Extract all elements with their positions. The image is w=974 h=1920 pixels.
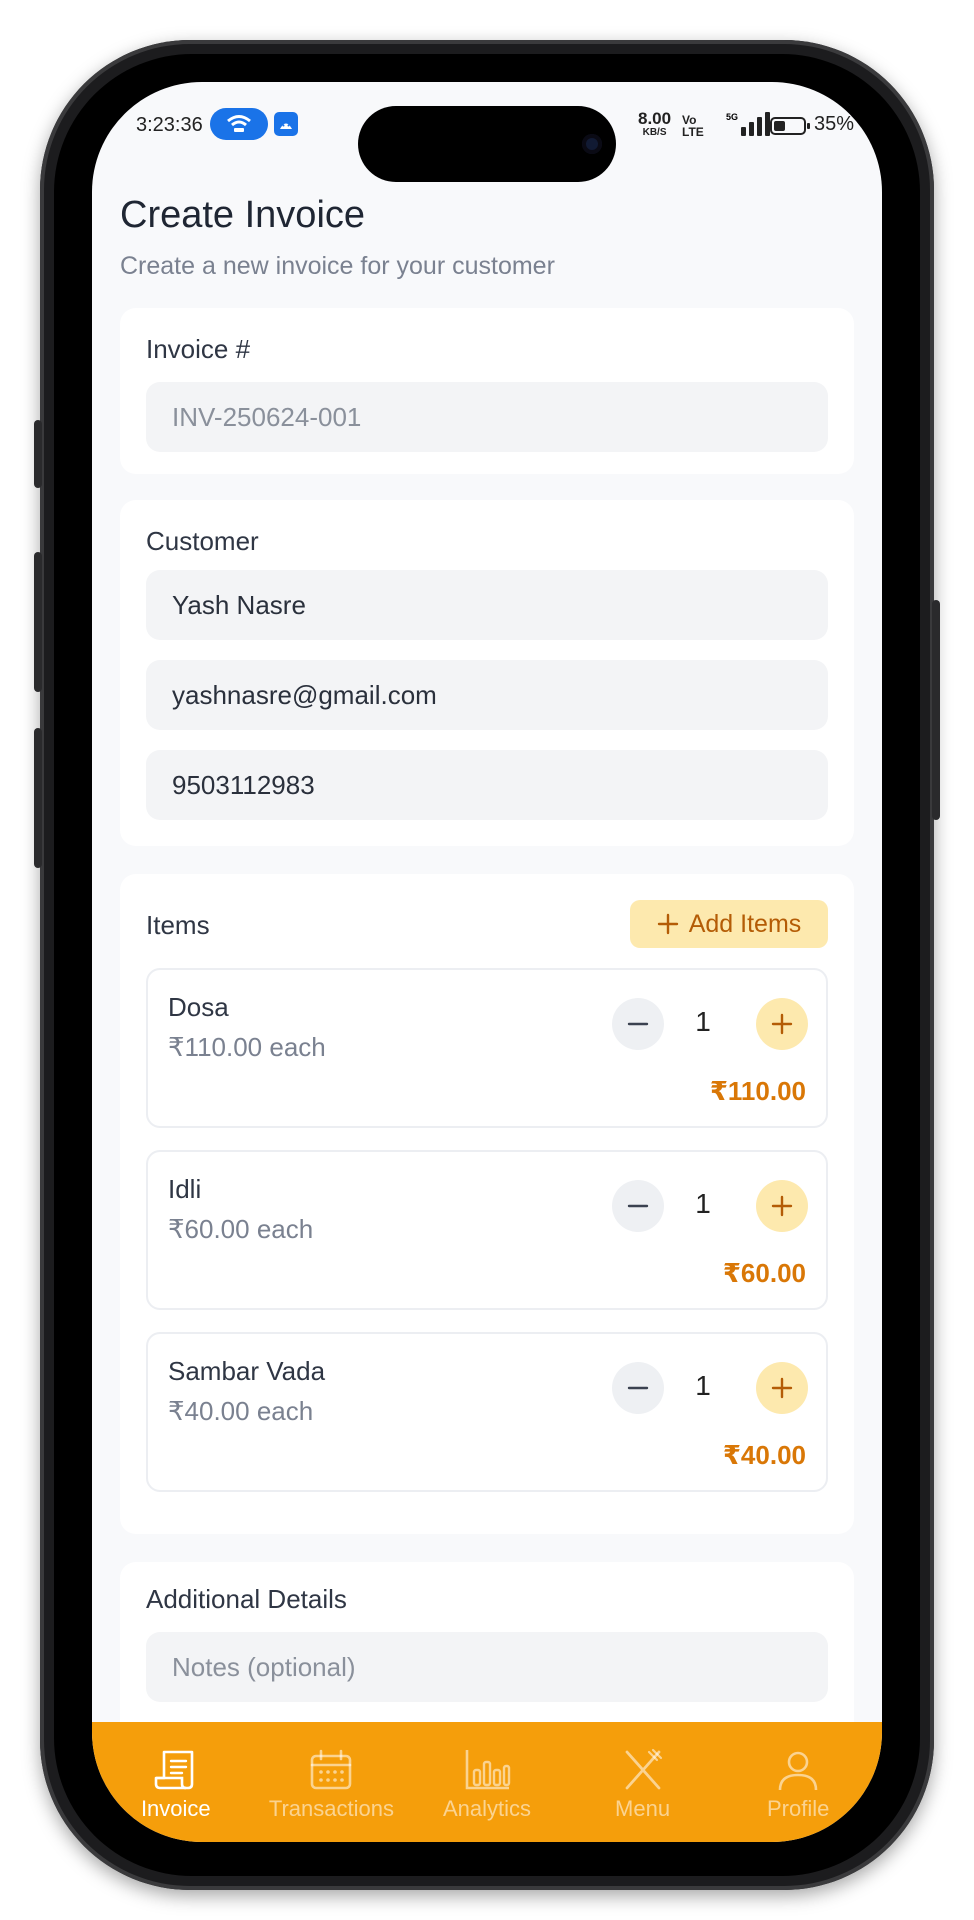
customer-name-input[interactable]: Yash Nasre xyxy=(146,570,828,640)
action-button xyxy=(34,420,42,488)
nav-item-profile[interactable]: Profile xyxy=(723,1722,873,1842)
battery-percent: 35% xyxy=(814,113,855,135)
nav-item-menu[interactable]: Menu xyxy=(568,1722,718,1842)
network-speed: 8.00 KB/S xyxy=(638,110,671,140)
utensils-icon xyxy=(625,1748,662,1790)
status-time: 3:23:36 xyxy=(136,114,203,136)
list-item: Idli ₹60.00 each 1 ₹60.00 xyxy=(146,1150,828,1310)
invoice-icon xyxy=(154,1750,194,1790)
nav-label-transactions: Transactions xyxy=(268,1796,394,1821)
plus-icon xyxy=(657,913,678,935)
item-quantity: 1 xyxy=(695,1006,711,1037)
item-unit-price: ₹60.00 each xyxy=(168,1214,314,1244)
item-name: Dosa xyxy=(168,992,229,1022)
page-subtitle: Create a new invoice for your customer xyxy=(120,252,555,280)
user-icon xyxy=(778,1751,818,1791)
nav-item-transactions[interactable]: Transactions xyxy=(256,1722,406,1842)
volume-down-button xyxy=(34,728,42,868)
network-speed-unit: KB/S xyxy=(642,127,667,138)
additional-details-label: Additional Details xyxy=(146,1584,347,1614)
nav-label-invoice: Invoice xyxy=(140,1796,211,1821)
item-unit-price: ₹110.00 each xyxy=(168,1032,326,1062)
item-quantity: 1 xyxy=(695,1370,711,1401)
nav-label-analytics: Analytics xyxy=(442,1796,531,1821)
nav-label-profile: Profile xyxy=(766,1796,830,1821)
item-name: Sambar Vada xyxy=(168,1356,326,1386)
notes-input[interactable]: Notes (optional) xyxy=(146,1632,828,1702)
app-screen: 3:23:36 8.00 KB/S Vo LTE 5G 35% Create I… xyxy=(92,82,882,1842)
minus-icon xyxy=(627,1204,649,1208)
hotspot-indicator xyxy=(210,108,268,140)
customer-card: Customer Yash Nasre yashnasre@gmail.com … xyxy=(120,500,854,846)
decrease-quantity-button[interactable] xyxy=(612,998,664,1050)
volte-indicator: Vo LTE xyxy=(682,114,704,138)
decrease-quantity-button[interactable] xyxy=(612,1362,664,1414)
customer-label: Customer xyxy=(146,526,259,556)
minus-icon xyxy=(627,1386,649,1390)
item-total: ₹40.00 xyxy=(722,1440,806,1470)
list-item: Sambar Vada ₹40.00 each 1 ₹40.00 xyxy=(146,1332,828,1492)
minus-icon xyxy=(627,1022,649,1026)
increase-quantity-button[interactable] xyxy=(756,1180,808,1232)
add-items-button[interactable]: Add Items xyxy=(630,900,828,948)
wifi-icon xyxy=(227,115,251,132)
volte-bottom: LTE xyxy=(682,125,704,139)
nav-item-invoice[interactable]: Invoice xyxy=(101,1722,251,1842)
bottom-navigation: Invoice Transactions Analytics Menu Prof… xyxy=(92,1722,882,1842)
battery-icon xyxy=(770,117,810,135)
plus-icon xyxy=(771,1377,793,1399)
invoice-number-card: Invoice # INV-250624-001 xyxy=(120,308,854,474)
increase-quantity-button[interactable] xyxy=(756,1362,808,1414)
dynamic-island xyxy=(358,106,616,182)
calendar-icon xyxy=(311,1749,352,1790)
decrease-quantity-button[interactable] xyxy=(612,1180,664,1232)
plus-icon xyxy=(771,1013,793,1035)
nav-item-analytics[interactable]: Analytics xyxy=(412,1722,562,1842)
item-total: ₹60.00 xyxy=(722,1258,806,1288)
network-type: 5G xyxy=(726,112,739,122)
page-title: Create Invoice xyxy=(120,194,366,236)
signal-icon: 5G xyxy=(726,112,771,136)
item-name: Idli xyxy=(168,1174,202,1204)
bar-chart-icon xyxy=(465,1750,511,1790)
item-total: ₹110.00 xyxy=(709,1076,806,1106)
customer-email-input[interactable]: yashnasre@gmail.com xyxy=(146,660,828,730)
volume-up-button xyxy=(34,552,42,692)
customer-phone-input[interactable]: 9503112983 xyxy=(146,750,828,820)
front-camera xyxy=(582,134,602,154)
item-unit-price: ₹40.00 each xyxy=(168,1396,314,1426)
list-item: Dosa ₹110.00 each 1 ₹110.00 xyxy=(146,968,828,1128)
add-items-label: Add Items xyxy=(688,909,802,938)
item-quantity: 1 xyxy=(695,1188,711,1219)
status-bar: 3:23:36 8.00 KB/S Vo LTE 5G 35% xyxy=(92,82,882,182)
android-notification-icon xyxy=(274,112,298,136)
power-button xyxy=(932,600,940,820)
invoice-number-input[interactable]: INV-250624-001 xyxy=(146,382,828,452)
invoice-number-label: Invoice # xyxy=(146,334,251,364)
plus-icon xyxy=(771,1195,793,1217)
nav-label-menu: Menu xyxy=(615,1796,671,1821)
items-label: Items xyxy=(146,910,210,940)
items-card: Items Add Items Dosa ₹110.00 each 1 ₹110… xyxy=(120,874,854,1534)
increase-quantity-button[interactable] xyxy=(756,998,808,1050)
